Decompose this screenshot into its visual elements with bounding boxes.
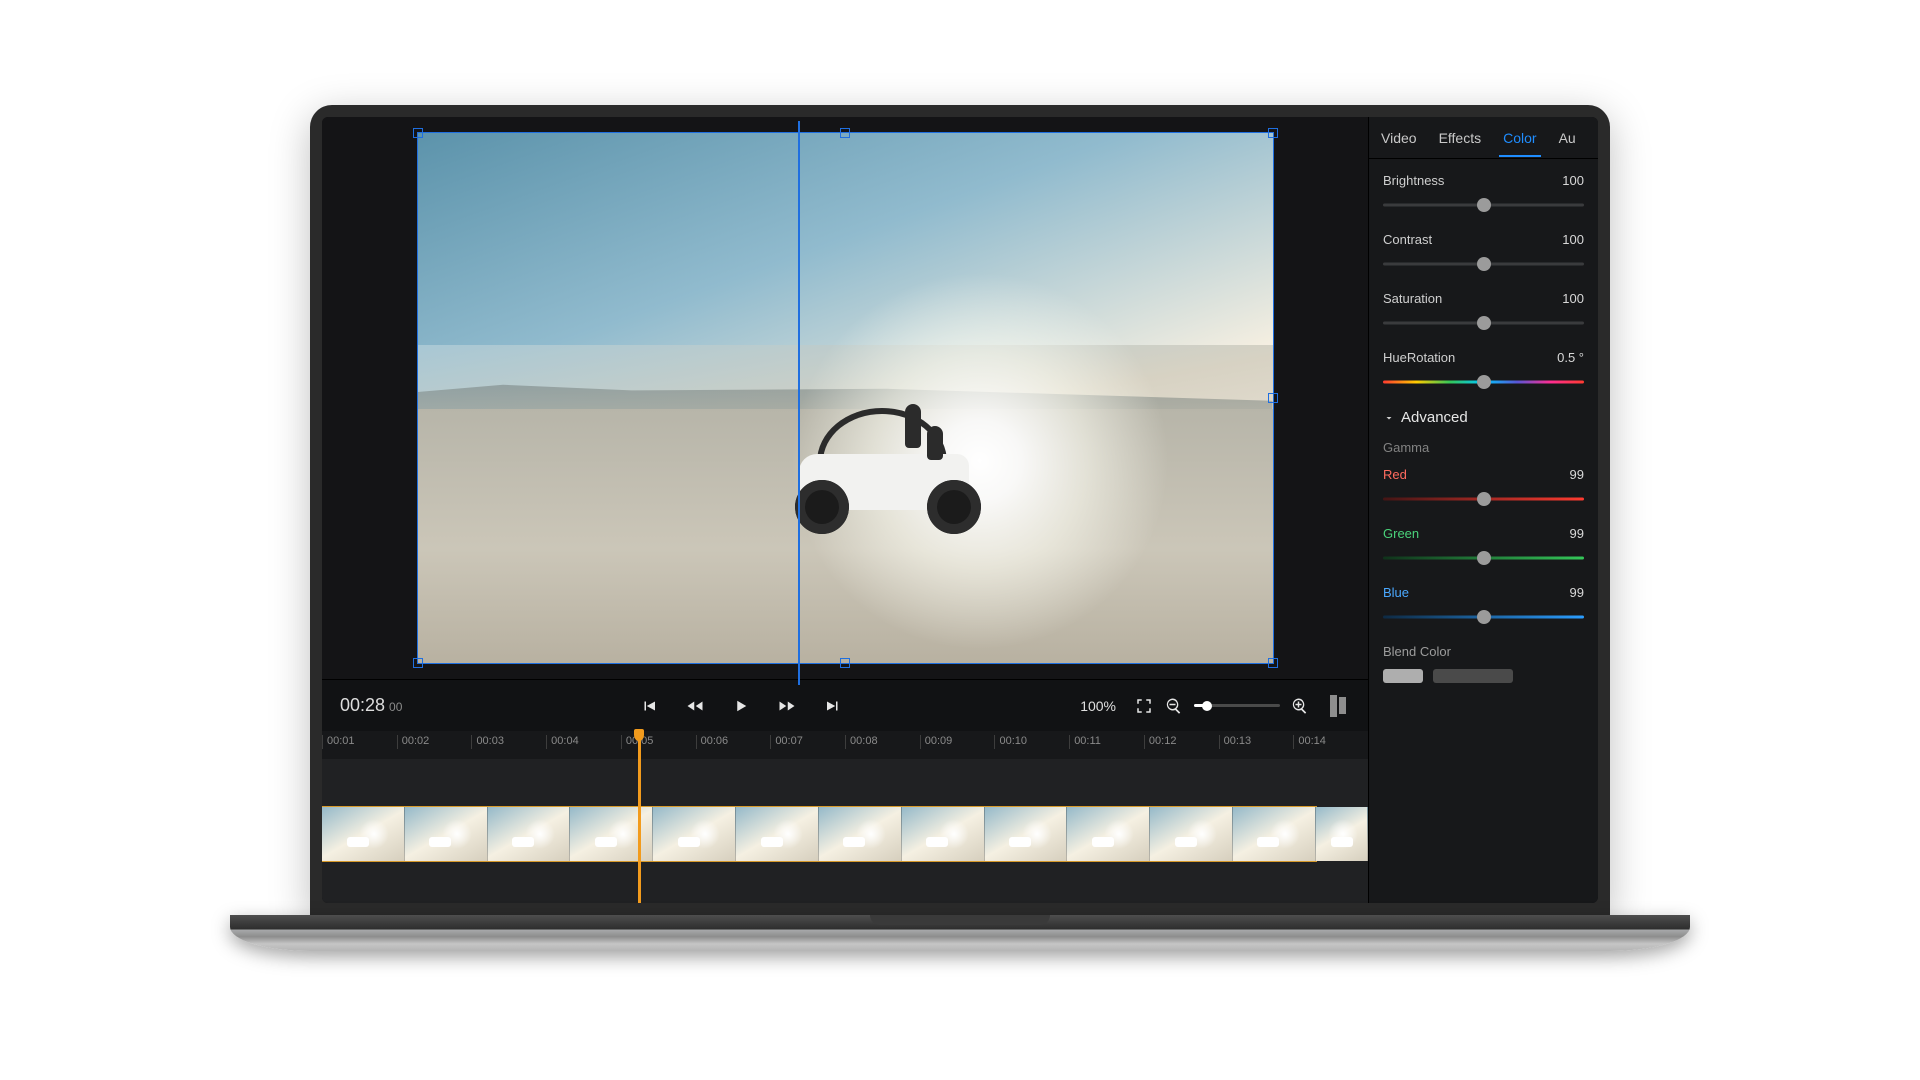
blend-color-label: Blend Color xyxy=(1383,644,1584,659)
playhead[interactable] xyxy=(638,731,641,903)
gamma-green-label: Green xyxy=(1383,526,1419,541)
crop-handle-br[interactable] xyxy=(1268,658,1278,668)
play-icon[interactable] xyxy=(731,696,751,716)
gamma-label: Gamma xyxy=(1383,440,1584,455)
advanced-title: Advanced xyxy=(1401,409,1468,426)
zoom-controls xyxy=(1164,696,1310,716)
zoom-level-label: 100% xyxy=(1080,698,1116,714)
saturation-slider[interactable] xyxy=(1383,316,1584,330)
gamma-red-label: Red xyxy=(1383,467,1407,482)
brightness-value: 100 xyxy=(1562,173,1584,188)
preview-canvas[interactable] xyxy=(418,133,1273,663)
brightness-label: Brightness xyxy=(1383,173,1444,188)
video-editor-app: 00:28 00 xyxy=(322,117,1598,903)
gamma-blue-slider[interactable] xyxy=(1383,610,1584,624)
video-clip-next[interactable] xyxy=(1316,807,1368,861)
preview-area[interactable] xyxy=(322,117,1368,679)
gamma-red-value: 99 xyxy=(1570,467,1584,482)
play-controls xyxy=(639,696,843,716)
blend-swatch[interactable] xyxy=(1383,669,1423,683)
ruler-mark: 00:03 xyxy=(471,735,546,749)
inspector-panel: Video Effects Color Au Brightness 100 xyxy=(1368,117,1598,903)
tab-color[interactable]: Color xyxy=(1501,120,1538,156)
ruler-mark: 00:14 xyxy=(1293,735,1368,749)
time-main: 00:28 xyxy=(340,695,385,716)
timeline[interactable]: 00:01 00:02 00:03 00:04 00:05 00:06 00:0… xyxy=(322,731,1368,903)
time-display: 00:28 00 xyxy=(340,695,402,716)
tab-video[interactable]: Video xyxy=(1379,120,1419,156)
fast-forward-icon[interactable] xyxy=(777,696,797,716)
timeline-ruler[interactable]: 00:01 00:02 00:03 00:04 00:05 00:06 00:0… xyxy=(322,731,1368,759)
gamma-blue-label: Blue xyxy=(1383,585,1409,600)
contrast-label: Contrast xyxy=(1383,232,1432,247)
hue-label: HueRotation xyxy=(1383,350,1455,365)
ruler-mark: 00:13 xyxy=(1219,735,1294,749)
skip-start-icon[interactable] xyxy=(639,696,659,716)
skip-end-icon[interactable] xyxy=(823,696,843,716)
hue-slider[interactable] xyxy=(1383,375,1584,389)
crop-handle-tr[interactable] xyxy=(1268,128,1278,138)
video-clip[interactable] xyxy=(322,807,1316,861)
blend-swatch[interactable] xyxy=(1433,669,1513,683)
ruler-mark: 00:11 xyxy=(1069,735,1144,749)
zoom-in-icon[interactable] xyxy=(1290,696,1310,716)
rewind-icon[interactable] xyxy=(685,696,705,716)
gamma-red-slider[interactable] xyxy=(1383,492,1584,506)
crop-handle-mr[interactable] xyxy=(1268,393,1278,403)
saturation-value: 100 xyxy=(1562,291,1584,306)
brightness-slider[interactable] xyxy=(1383,198,1584,212)
zoom-slider[interactable] xyxy=(1194,704,1280,707)
transport-bar: 00:28 00 xyxy=(322,679,1368,731)
gamma-green-slider[interactable] xyxy=(1383,551,1584,565)
crop-handle-bl[interactable] xyxy=(413,658,423,668)
crop-handle-tl[interactable] xyxy=(413,128,423,138)
ruler-mark: 00:02 xyxy=(397,735,472,749)
ruler-mark: 00:06 xyxy=(696,735,771,749)
gamma-blue-value: 99 xyxy=(1570,585,1584,600)
saturation-label: Saturation xyxy=(1383,291,1442,306)
ruler-mark: 00:05 xyxy=(621,735,696,749)
crop-handle-bm[interactable] xyxy=(840,658,850,668)
crop-handle-tm[interactable] xyxy=(840,128,850,138)
tab-audio[interactable]: Au xyxy=(1557,120,1578,156)
chevron-down-icon xyxy=(1383,412,1395,424)
ruler-mark: 00:04 xyxy=(546,735,621,749)
track-area[interactable] xyxy=(322,759,1368,903)
blend-swatches xyxy=(1383,669,1584,683)
ruler-mark: 00:08 xyxy=(845,735,920,749)
tab-effects[interactable]: Effects xyxy=(1437,120,1484,156)
advanced-section-toggle[interactable]: Advanced xyxy=(1383,409,1584,426)
ruler-mark: 00:07 xyxy=(770,735,845,749)
fullscreen-icon[interactable] xyxy=(1134,696,1154,716)
gamma-green-value: 99 xyxy=(1570,526,1584,541)
compare-view-icon[interactable] xyxy=(1330,695,1350,717)
inspector-tabs: Video Effects Color Au xyxy=(1369,117,1598,159)
ruler-mark: 00:01 xyxy=(322,735,397,749)
contrast-slider[interactable] xyxy=(1383,257,1584,271)
time-sub: 00 xyxy=(389,700,402,714)
zoom-out-icon[interactable] xyxy=(1164,696,1184,716)
contrast-value: 100 xyxy=(1562,232,1584,247)
preview-subject xyxy=(777,398,1017,538)
compare-split-handle[interactable] xyxy=(798,121,801,685)
hue-value: 0.5 ° xyxy=(1557,350,1584,365)
ruler-mark: 00:09 xyxy=(920,735,995,749)
ruler-mark: 00:10 xyxy=(994,735,1069,749)
ruler-mark: 00:12 xyxy=(1144,735,1219,749)
